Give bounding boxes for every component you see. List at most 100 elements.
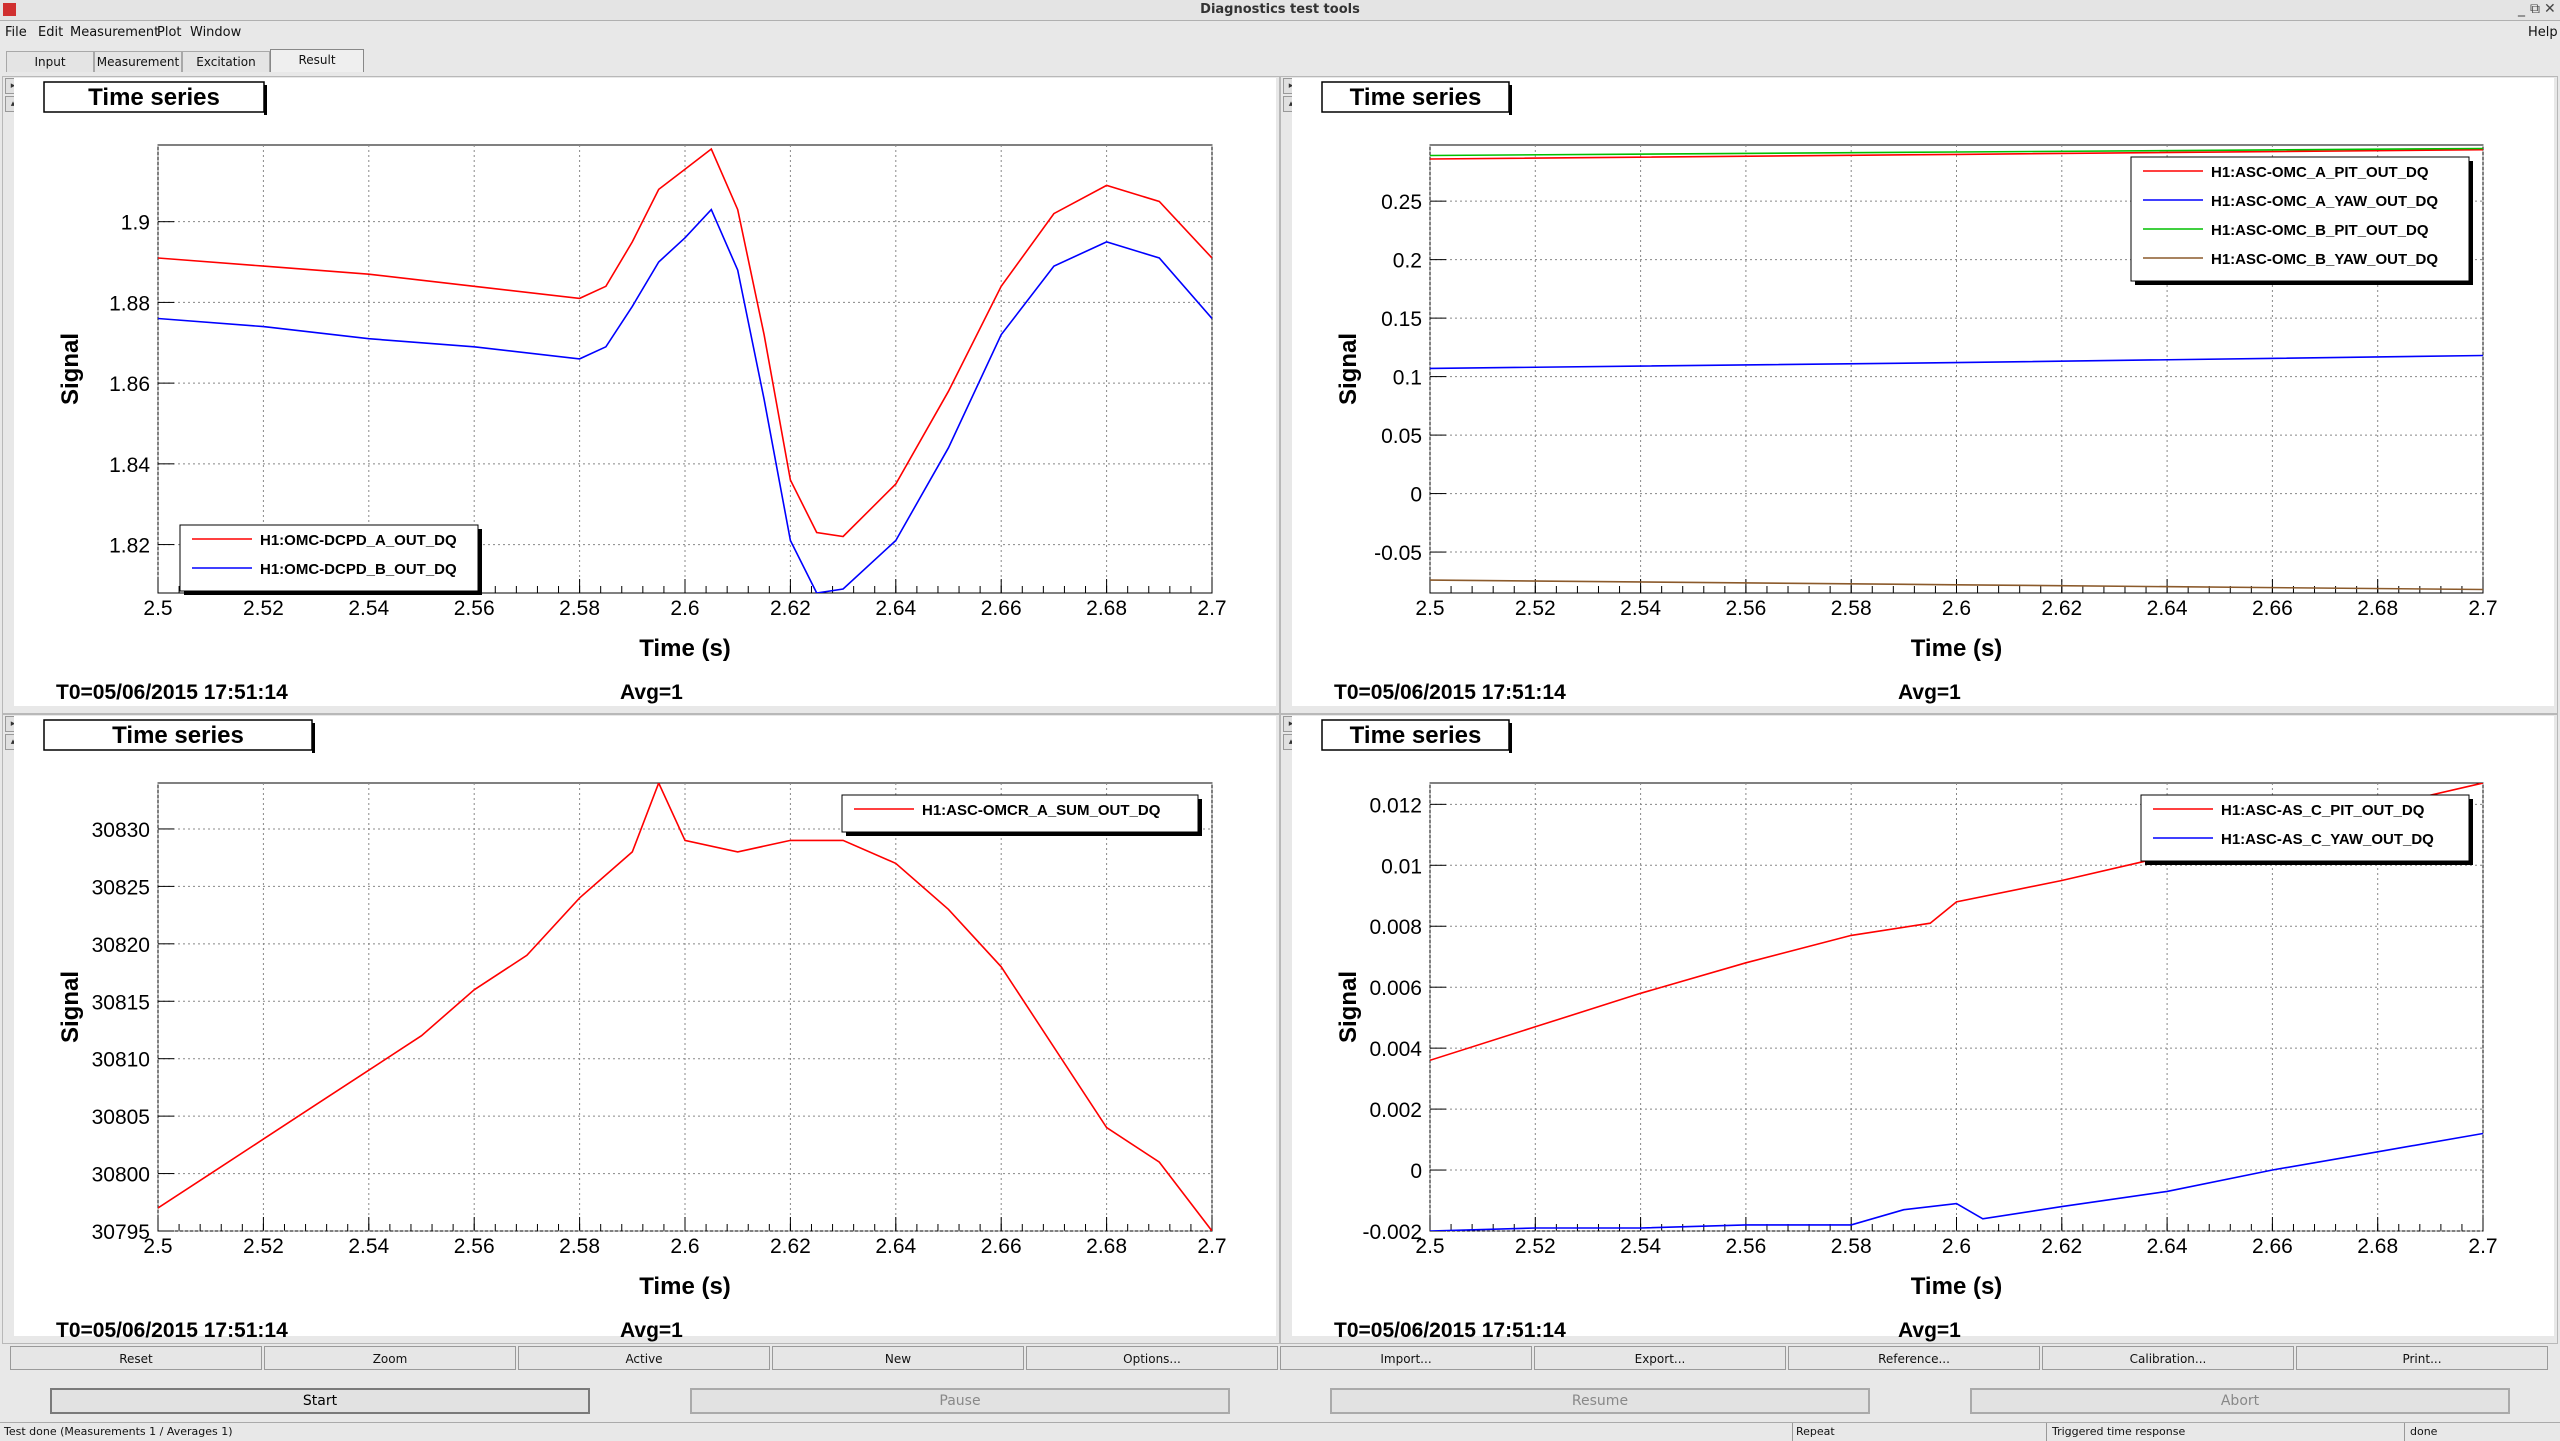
x-tick-label: 2.5 (143, 597, 172, 620)
x-axis-label: Time (s) (1911, 1273, 2003, 1300)
chart-title-shadow (312, 723, 315, 753)
x-tick-label: 2.68 (1086, 1235, 1127, 1258)
y-tick-label: 0.008 (1369, 916, 1422, 939)
y-tick-label: 0 (1410, 484, 1422, 507)
x-axis-label: Time (s) (639, 1273, 731, 1300)
y-tick-label: 1.88 (109, 292, 150, 315)
x-tick-label: 2.66 (2252, 597, 2293, 620)
avg-label: Avg=1 (1898, 1319, 1961, 1342)
x-tick-label: 2.68 (1086, 597, 1127, 620)
x-tick-label: 2.58 (559, 1235, 600, 1258)
chart-4: Time series2.5 2.52 2.54 2.56 2.58 2.6 2.62 2.6… (1292, 716, 2554, 1342)
calibration-button[interactable]: Calibration... (2042, 1346, 2294, 1370)
chart-2: Time series 2.5 2.52 2.54 2.56 2.58 2.6 2.62 2.6… (1292, 78, 2554, 706)
status-repeat: Repeat (1796, 1425, 1835, 1438)
x-tick-label: 2.62 (770, 1235, 811, 1258)
t0-label: T0=05/06/2015 17:51:14 (1334, 681, 1566, 704)
abort-button[interactable]: Abort (1970, 1388, 2510, 1414)
x-axis-label: Time (s) (639, 635, 731, 662)
x-tick-label: 2.64 (875, 597, 916, 620)
x-tick-label: 2.62 (2041, 1235, 2082, 1258)
x-tick-label: 2.66 (2252, 1235, 2293, 1258)
reference-button[interactable]: Reference... (1788, 1346, 2040, 1370)
y-tick-label: 0.004 (1369, 1038, 1422, 1061)
y-tick-label: 30820 (92, 934, 150, 957)
x-tick-label: 2.54 (1620, 597, 1661, 620)
y-tick-label: 1.9 (121, 212, 150, 235)
x-tick-label: 2.54 (1620, 1235, 1661, 1258)
x-tick-label: 2.6 (1942, 1235, 1971, 1258)
legend: H1:ASC-AS_C_PIT_OUT_DQ H1:ASC-AS_C_YAW_OU… (2140, 794, 2473, 865)
y-tick-label: 0.25 (1381, 191, 1422, 214)
legend-entry: H1:ASC-OMCR_A_SUM_OUT_DQ (922, 802, 1161, 819)
legend-entry: H1:ASC-AS_C_PIT_OUT_DQ (2221, 802, 2425, 819)
x-tick-label: 2.52 (243, 1235, 284, 1258)
y-tick-label: 30830 (92, 819, 150, 842)
x-tick-label: 2.52 (1515, 597, 1556, 620)
resume-button[interactable]: Resume (1330, 1388, 1870, 1414)
x-tick-label: 2.56 (1725, 597, 1766, 620)
options-button[interactable]: Options... (1026, 1346, 1278, 1370)
y-tick-label: 0.002 (1369, 1099, 1422, 1122)
x-axis-label: Time (s) (1911, 635, 2003, 662)
import-button[interactable]: Import... (1280, 1346, 1532, 1370)
y-tick-label: 0.15 (1381, 308, 1422, 331)
x-tick-label: 2.56 (454, 597, 495, 620)
y-tick-label: -0.002 (1362, 1221, 1422, 1244)
y-tick-label: 0 (1410, 1160, 1422, 1183)
y-tick-label: 1.82 (109, 535, 150, 558)
x-tick-label: 2.52 (243, 597, 284, 620)
print-button[interactable]: Print... (2296, 1346, 2548, 1370)
t0-label: T0=05/06/2015 17:51:14 (56, 1319, 288, 1342)
y-tick-label: 0.1 (1393, 367, 1422, 390)
legend-entry: H1:OMC-DCPD_A_OUT_DQ (260, 532, 457, 549)
x-tick-label: 2.66 (981, 1235, 1022, 1258)
y-tick-label: -0.05 (1374, 542, 1422, 565)
y-tick-label: 30795 (92, 1221, 150, 1244)
x-tick-label: 2.62 (2041, 597, 2082, 620)
x-tick-label: 2.56 (1725, 1235, 1766, 1258)
x-tick-label: 2.62 (770, 597, 811, 620)
x-tick-label: 2.64 (2147, 597, 2188, 620)
x-tick-label: 2.7 (2468, 1235, 2497, 1258)
charts-canvas[interactable]: Time series 2.5 2.52 2.54 2.56 2.58 2.6 2.62 2.6… (0, 0, 2560, 1440)
x-tick-label: 2.5 (1415, 597, 1444, 620)
legend: H1:OMC-DCPD_A_OUT_DQ H1:OMC-DCPD_B_OUT_DQ (179, 524, 482, 595)
y-axis-label: Signal (57, 971, 84, 1043)
new-button[interactable]: New (772, 1346, 1024, 1370)
chart-title: Time series (1350, 84, 1482, 111)
x-tick-label: 2.54 (348, 1235, 389, 1258)
x-tick-label: 2.6 (1942, 597, 1971, 620)
reset-button[interactable]: Reset (10, 1346, 262, 1370)
legend-entry: H1:ASC-OMC_A_PIT_OUT_DQ (2211, 164, 2429, 181)
x-tick-label: 2.58 (1831, 1235, 1872, 1258)
x-tick-label: 2.54 (348, 597, 389, 620)
pause-button[interactable]: Pause (690, 1388, 1230, 1414)
x-tick-label: 2.68 (2357, 597, 2398, 620)
x-tick-label: 2.56 (454, 1235, 495, 1258)
active-button[interactable]: Active (518, 1346, 770, 1370)
legend-entry: H1:ASC-OMC_B_PIT_OUT_DQ (2211, 222, 2429, 239)
x-tick-label: 2.6 (670, 1235, 699, 1258)
avg-label: Avg=1 (1898, 681, 1961, 704)
y-axis-label: Signal (1335, 333, 1362, 405)
x-tick-label: 2.64 (875, 1235, 916, 1258)
y-axis-label: Signal (57, 333, 84, 405)
status-state: done (2410, 1425, 2438, 1438)
legend-entry: H1:ASC-OMC_A_YAW_OUT_DQ (2211, 193, 2438, 210)
zoom-button[interactable]: Zoom (264, 1346, 516, 1370)
y-tick-label: 0.012 (1369, 794, 1422, 817)
chart-3: Time series2.5 2.52 2.54 2.56 2.58 2.6 2.62 2.6… (14, 716, 1276, 1342)
x-tick-label: 2.7 (1197, 597, 1226, 620)
avg-label: Avg=1 (620, 681, 683, 704)
x-tick-label: 2.6 (670, 597, 699, 620)
chart-title: Time series (112, 722, 244, 749)
y-axis-label: Signal (1335, 971, 1362, 1043)
export-button[interactable]: Export... (1534, 1346, 1786, 1370)
x-tick-label: 2.58 (1831, 597, 1872, 620)
y-tick-label: 30810 (92, 1049, 150, 1072)
start-button[interactable]: Start (50, 1388, 590, 1414)
legend: H1:ASC-OMCR_A_SUM_OUT_DQ (841, 794, 1202, 836)
t0-label: T0=05/06/2015 17:51:14 (1334, 1319, 1566, 1342)
avg-label: Avg=1 (620, 1319, 683, 1342)
